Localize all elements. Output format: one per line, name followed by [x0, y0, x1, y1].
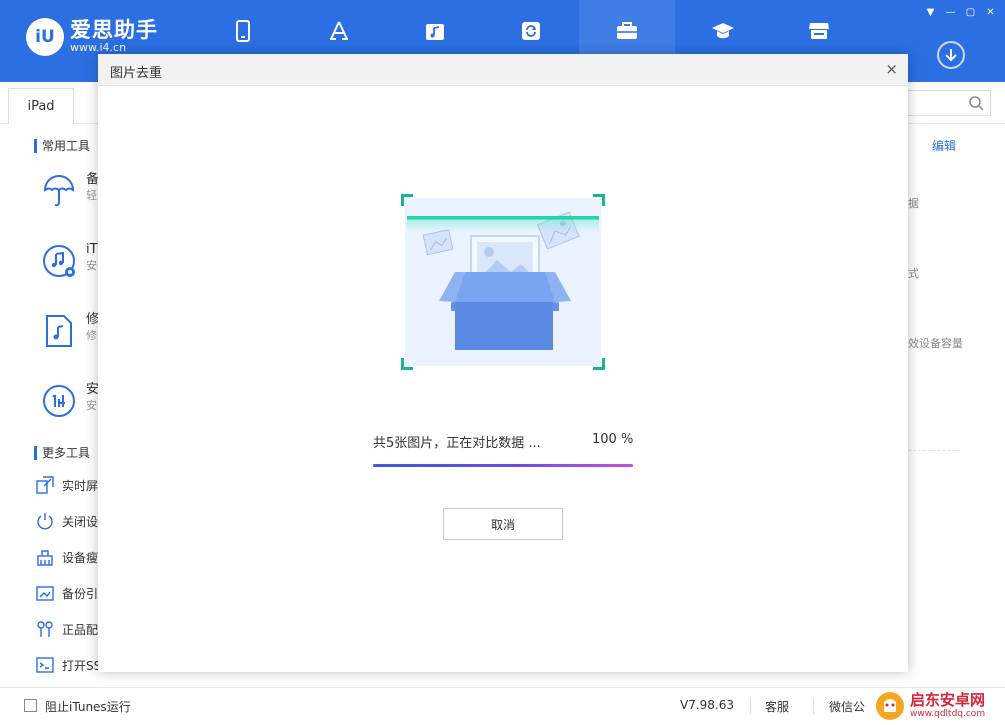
download-button[interactable] — [937, 41, 965, 69]
scan-line — [407, 216, 599, 232]
nav-toolbox[interactable] — [579, 0, 675, 62]
more-tool-label: 备份引 — [62, 586, 99, 601]
tool-desc: 安 — [86, 259, 97, 272]
site-watermark: 启东安卓网 www.qdltdq.com — [874, 687, 1005, 725]
window-controls: ▼ — ▢ ✕ — [922, 4, 999, 20]
logo-name: 爱思助手 — [70, 18, 158, 42]
more-tool-slim[interactable]: 设备瘦 — [36, 548, 98, 566]
more-tool-backup-guide[interactable]: 备份引 — [36, 584, 98, 602]
terminal-icon — [36, 657, 54, 673]
version-label: V7.98.63 — [680, 698, 735, 712]
progress-status-text: 共5张图片，正在对比数据 ... — [373, 436, 541, 451]
wechat-link[interactable]: 微信公 — [829, 698, 865, 715]
scan-illustration — [401, 194, 605, 370]
app-store-icon — [330, 21, 348, 40]
dialog-close-button[interactable]: × — [885, 60, 898, 78]
more-tool-screen[interactable]: 实时屏 — [36, 476, 98, 494]
toolbox-icon — [617, 22, 637, 39]
music-file-icon — [46, 315, 72, 347]
tool-backup[interactable]: 备 轻 — [40, 172, 99, 210]
logo-badge: iU — [26, 18, 64, 56]
section-more-tools: 更多工具 — [34, 446, 90, 460]
image-dedupe-dialog: 图片去重 × 共5张图片，正在对比数据 ... 100 % 取消 — [98, 54, 908, 672]
right-fragment: 式 — [908, 267, 919, 280]
nav-device[interactable] — [195, 0, 291, 62]
right-fragment: 效设备容量 — [908, 337, 963, 350]
block-itunes-checkbox[interactable] — [24, 699, 37, 712]
divider — [750, 698, 751, 714]
tool-ringtone[interactable]: 修 修 — [40, 312, 99, 350]
progress-bar — [373, 464, 633, 467]
umbrella-icon — [43, 175, 75, 207]
tool-itunes[interactable]: iT 安 — [40, 242, 98, 280]
main-nav — [195, 0, 867, 62]
more-tool-label: 关闭设 — [62, 514, 99, 529]
music-note-icon — [43, 245, 75, 277]
logo-url: www.i4.cn — [70, 41, 127, 54]
more-tool-label: 打开SS — [62, 658, 102, 673]
dialog-title: 图片去重 — [110, 66, 163, 81]
phone-icon — [236, 20, 250, 42]
progress-percent: 100 % — [592, 432, 634, 447]
search-icon — [969, 96, 984, 111]
customer-service-link[interactable]: 客服 — [765, 698, 789, 715]
more-tool-earphone[interactable]: 正品配 — [36, 620, 98, 638]
graduation-cap-icon — [712, 23, 734, 39]
divider — [813, 698, 814, 714]
close-window-button[interactable]: ✕ — [982, 4, 999, 20]
watermark-url: www.qdltdq.com — [910, 709, 986, 719]
more-tool-label: 设备瘦 — [62, 550, 99, 565]
block-itunes-label: 阻止iTunes运行 — [45, 700, 131, 714]
skin-button[interactable]: ▼ — [922, 4, 939, 20]
more-tool-ssh[interactable]: 打开SS — [36, 656, 101, 674]
more-tool-label: 正品配 — [62, 622, 99, 637]
watermark-name: 启东安卓网 — [910, 691, 986, 709]
screen-mirror-icon — [36, 476, 54, 494]
broom-icon — [37, 550, 53, 566]
device-tab-ipad[interactable]: iPad — [8, 88, 74, 124]
watermark-logo-icon — [876, 692, 904, 720]
bottom-bar: 阻止iTunes运行 V7.98.63 客服 微信公 — [0, 687, 1005, 725]
more-tool-shutdown[interactable]: 关闭设 — [36, 512, 98, 530]
settings-menu-button[interactable]: — — [942, 4, 959, 20]
nav-media[interactable] — [387, 0, 483, 62]
nav-flash[interactable] — [483, 0, 579, 62]
cancel-button[interactable]: 取消 — [443, 508, 563, 540]
nav-store[interactable] — [771, 0, 867, 62]
progress-bar-fill — [373, 464, 633, 467]
section-common-tools: 常用工具 — [34, 139, 90, 153]
tool-name: iT — [86, 242, 98, 257]
download-arrow-icon — [945, 49, 957, 62]
image-upload-icon — [36, 586, 54, 601]
refresh-icon — [522, 22, 540, 40]
nav-tutorials[interactable] — [675, 0, 771, 62]
power-icon — [37, 513, 53, 530]
more-tool-label: 实时屏 — [62, 478, 99, 493]
i4-app-icon — [43, 385, 75, 417]
music-folder-icon — [426, 24, 444, 40]
right-fragment: 据 — [908, 197, 919, 210]
store-icon — [809, 23, 829, 39]
tool-install[interactable]: 安 安 — [40, 382, 99, 420]
maximize-button[interactable]: ▢ — [962, 4, 979, 20]
nav-apps[interactable] — [291, 0, 387, 62]
earphone-icon — [37, 621, 53, 637]
app-logo: iU 爱思助手 www.i4.cn — [26, 18, 158, 56]
dialog-header: 图片去重 × — [98, 54, 908, 86]
edit-link[interactable]: 编辑 — [932, 137, 956, 154]
divider — [908, 450, 960, 451]
